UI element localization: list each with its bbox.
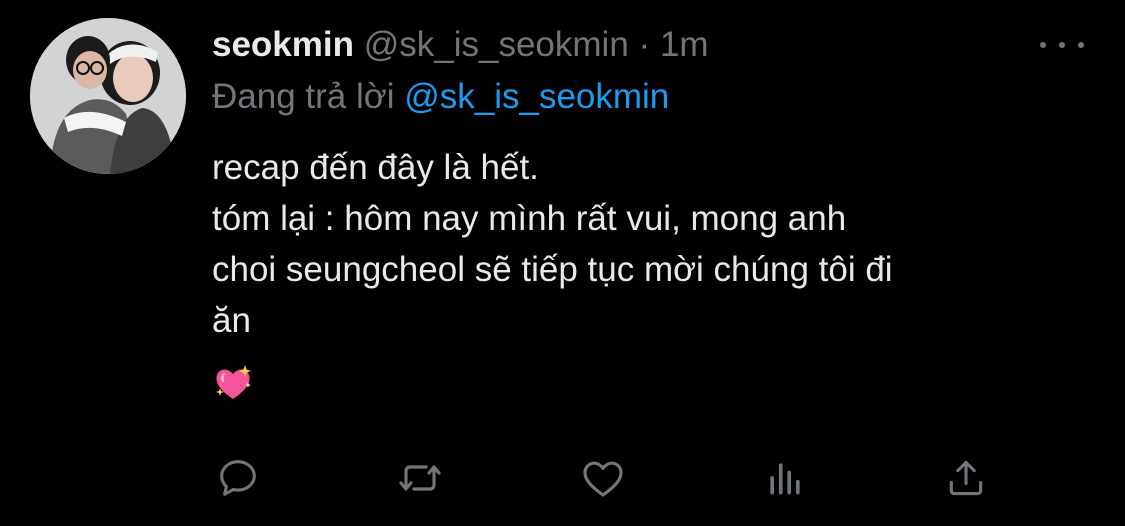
more-dot <box>1078 42 1084 48</box>
reply-handle-link[interactable]: @sk_is_seokmin <box>404 77 669 116</box>
more-options-button[interactable] <box>1040 30 1084 60</box>
reply-button[interactable] <box>208 448 268 508</box>
heart-outline-icon <box>583 461 623 497</box>
more-dot <box>1059 42 1065 48</box>
bar-chart-icon <box>770 463 800 495</box>
tweet-text-line: tóm lại : hôm nay mình rất vui, mong anh <box>212 199 847 238</box>
share-button[interactable] <box>936 448 996 508</box>
tweet[interactable]: seokmin @sk_is_seokmin · 1m Đang trả lời… <box>0 0 1125 526</box>
action-bar <box>0 448 1125 508</box>
tweet-text-line: ăn <box>212 301 251 340</box>
replying-to: Đang trả lời @sk_is_seokmin <box>212 74 669 120</box>
sparkling-heart-emoji <box>212 362 254 404</box>
more-dot <box>1040 42 1046 48</box>
timestamp[interactable]: 1m <box>660 25 709 64</box>
display-name[interactable]: seokmin <box>212 25 354 64</box>
tweet-header: seokmin @sk_is_seokmin · 1m <box>212 22 709 68</box>
tweet-text: recap đến đây là hết. tóm lại : hôm nay … <box>212 142 1112 346</box>
avatar-photo <box>30 18 186 174</box>
retweet-button[interactable] <box>390 448 450 508</box>
tweet-text-line: choi seungcheol sẽ tiếp tục mời chúng tô… <box>212 250 893 289</box>
retweet-arrows-icon <box>399 465 441 491</box>
like-button[interactable] <box>573 448 633 508</box>
speech-bubble-icon <box>220 460 256 496</box>
header-separator: · <box>638 25 651 64</box>
avatar[interactable] <box>30 18 186 174</box>
user-handle[interactable]: @sk_is_seokmin <box>364 25 629 64</box>
reply-prefix: Đang trả lời <box>212 77 395 116</box>
analytics-button[interactable] <box>755 448 815 508</box>
share-upload-icon <box>949 460 983 496</box>
tweet-text-line: recap đến đây là hết. <box>212 148 539 187</box>
